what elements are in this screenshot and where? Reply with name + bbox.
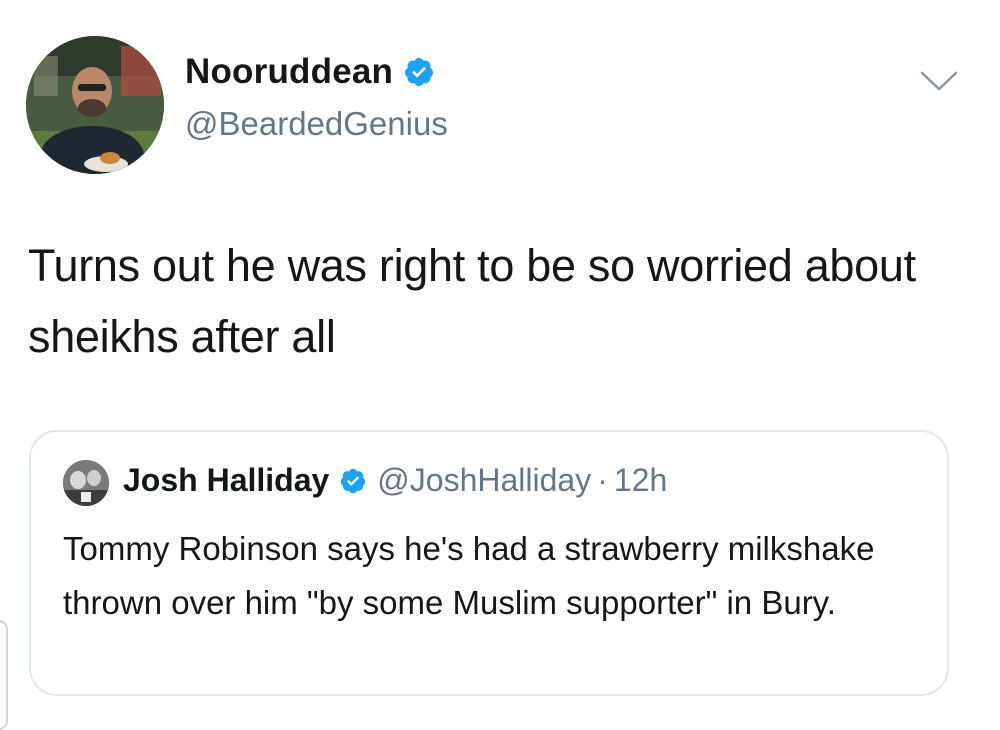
- quoted-author-handle[interactable]: @JoshHalliday: [377, 462, 591, 499]
- author-handle[interactable]: @BeardedGenius: [185, 105, 448, 143]
- tweet-card: Nooruddean @BeardedGenius Turns out he w…: [0, 0, 1000, 730]
- quoted-tweet-header: Josh Halliday @JoshHalliday · 12h: [123, 462, 667, 499]
- chevron-down-icon[interactable]: [918, 68, 960, 94]
- author-avatar[interactable]: [26, 36, 164, 174]
- quoted-author-avatar[interactable]: [63, 460, 109, 506]
- separator-dot: ·: [597, 462, 608, 498]
- verified-badge-icon: [405, 58, 434, 86]
- quoted-tweet-time[interactable]: 12h: [614, 462, 667, 499]
- tweet-text: Turns out he was right to be so worried …: [28, 240, 916, 362]
- author-name-text[interactable]: Nooruddean: [185, 52, 393, 92]
- quoted-author-name[interactable]: Josh Halliday: [123, 462, 329, 499]
- partial-ui-edge: [0, 620, 8, 730]
- quoted-tweet-text: Tommy Robinson says he's had a strawberr…: [63, 530, 875, 621]
- quoted-tweet[interactable]: Josh Halliday @JoshHalliday · 12h Tommy …: [29, 430, 949, 696]
- author-name[interactable]: Nooruddean: [185, 52, 435, 92]
- verified-badge-icon: [341, 468, 366, 493]
